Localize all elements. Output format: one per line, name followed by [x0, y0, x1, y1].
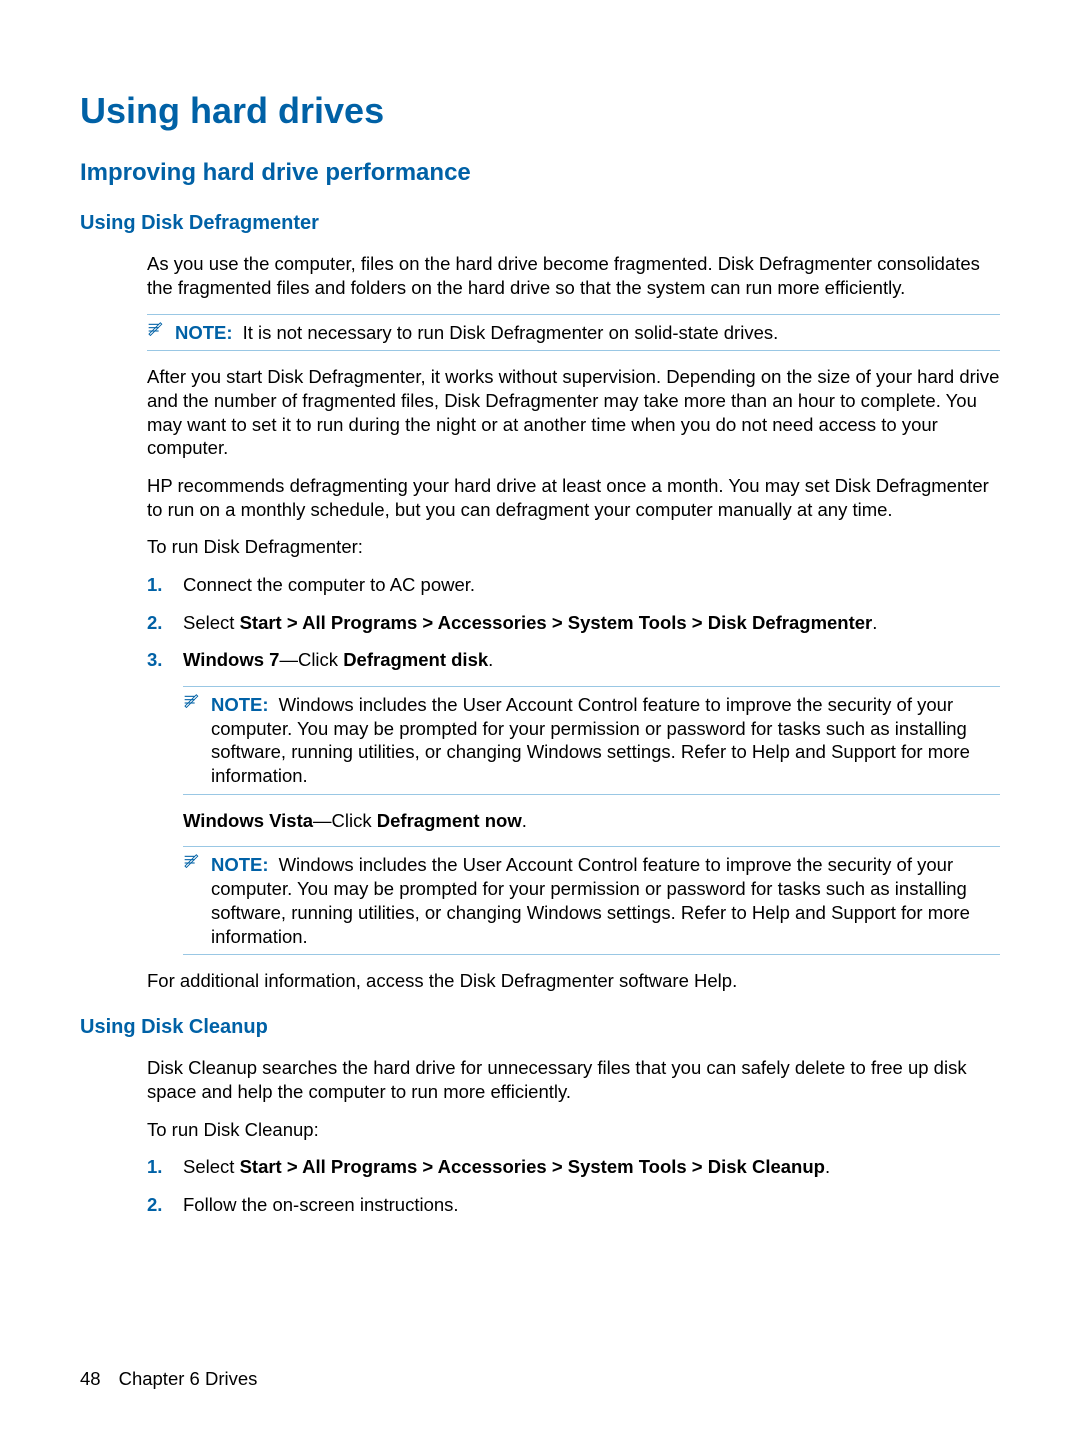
action-bold: Defragment now: [377, 810, 522, 831]
step-number: 1.: [147, 1155, 183, 1179]
step-suffix: .: [522, 810, 527, 831]
step-suffix: .: [872, 612, 877, 633]
step-text: Select Start > All Programs > Accessorie…: [183, 611, 1000, 635]
note-icon: [183, 853, 211, 877]
note-label: NOTE:: [211, 694, 269, 715]
page-title: Using hard drives: [80, 88, 1000, 134]
note-text: NOTE:Windows includes the User Account C…: [211, 693, 1000, 788]
cleanup-steps: 1. Select Start > All Programs > Accesso…: [147, 1155, 1000, 1216]
step-text: Follow the on-screen instructions.: [183, 1193, 1000, 1217]
step-number: 3.: [147, 648, 183, 672]
paragraph: To run Disk Defragmenter:: [147, 535, 1000, 559]
step-item: 3. Windows 7—Click Defragment disk.: [147, 648, 1000, 672]
os-name: Windows Vista: [183, 810, 313, 831]
note-body: It is not necessary to run Disk Defragme…: [243, 322, 779, 343]
defragmenter-body-2: After you start Disk Defragmenter, it wo…: [147, 365, 1000, 992]
step-number: 2.: [147, 611, 183, 635]
step-bold: Start > All Programs > Accessories > Sys…: [240, 612, 873, 633]
section-title: Improving hard drive performance: [80, 158, 1000, 189]
step-item: 1. Select Start > All Programs > Accesso…: [147, 1155, 1000, 1179]
step-text: Connect the computer to AC power.: [183, 573, 1000, 597]
step-number: 2.: [147, 1193, 183, 1217]
paragraph: After you start Disk Defragmenter, it wo…: [147, 365, 1000, 460]
subsection-defragmenter-title: Using Disk Defragmenter: [80, 211, 1000, 237]
note-label: NOTE:: [175, 322, 233, 343]
page-footer: 48 Chapter 6 Drives: [80, 1367, 257, 1391]
step-vista: Windows Vista—Click Defragment now.: [183, 809, 1000, 833]
step-item: 2. Select Start > All Programs > Accesso…: [147, 611, 1000, 635]
page-content: Using hard drives Improving hard drive p…: [80, 88, 1000, 1231]
step-suffix: .: [825, 1156, 830, 1177]
step-text: Select Start > All Programs > Accessorie…: [183, 1155, 1000, 1179]
note-icon: [183, 693, 211, 717]
note-text: NOTE:Windows includes the User Account C…: [211, 853, 1000, 948]
step-suffix: .: [488, 649, 493, 670]
chapter-label: Chapter 6 Drives: [119, 1368, 258, 1389]
step-item: 2. Follow the on-screen instructions.: [147, 1193, 1000, 1217]
cleanup-body: Disk Cleanup searches the hard drive for…: [147, 1056, 1000, 1216]
paragraph: As you use the computer, files on the ha…: [147, 252, 1000, 299]
note-box: NOTE: It is not necessary to run Disk Def…: [147, 314, 1000, 352]
paragraph: HP recommends defragmenting your hard dr…: [147, 474, 1000, 521]
step-number: 1.: [147, 573, 183, 597]
defragmenter-body: As you use the computer, files on the ha…: [147, 252, 1000, 299]
note-icon: [147, 321, 175, 345]
defrag-steps: 1. Connect the computer to AC power. 2. …: [147, 573, 1000, 672]
paragraph: For additional information, access the D…: [147, 969, 1000, 993]
subsection-cleanup-title: Using Disk Cleanup: [80, 1015, 1000, 1041]
step-prefix: Select: [183, 1156, 240, 1177]
note-body: Windows includes the User Account Contro…: [211, 854, 970, 946]
os-name: Windows 7: [183, 649, 279, 670]
step-bold: Start > All Programs > Accessories > Sys…: [240, 1156, 825, 1177]
action-bold: Defragment disk: [343, 649, 488, 670]
paragraph: To run Disk Cleanup:: [147, 1118, 1000, 1142]
step-mid: —Click: [313, 810, 377, 831]
note-text: NOTE: It is not necessary to run Disk Def…: [175, 321, 1000, 345]
paragraph: Disk Cleanup searches the hard drive for…: [147, 1056, 1000, 1103]
step-prefix: Select: [183, 612, 240, 633]
note-label: NOTE:: [211, 854, 269, 875]
note-box: NOTE:Windows includes the User Account C…: [183, 686, 1000, 795]
note-body: Windows includes the User Account Contro…: [211, 694, 970, 786]
step-item: 1. Connect the computer to AC power.: [147, 573, 1000, 597]
page-number: 48: [80, 1368, 101, 1389]
note-box: NOTE:Windows includes the User Account C…: [183, 846, 1000, 955]
step-mid: —Click: [279, 649, 343, 670]
step-text: Windows 7—Click Defragment disk.: [183, 648, 1000, 672]
